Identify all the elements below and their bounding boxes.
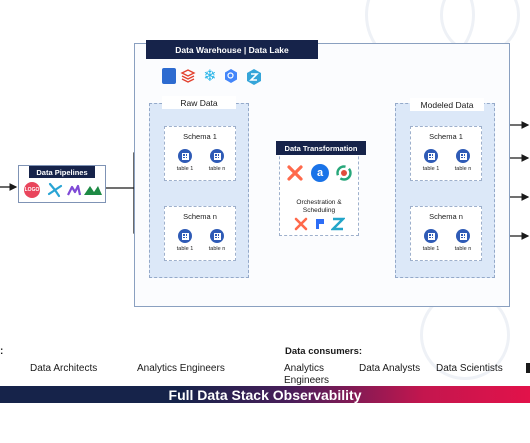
role-analytics-engineers: Analytics Engineers — [137, 363, 225, 374]
prefect-logo — [313, 217, 327, 231]
redshift-logo — [162, 68, 176, 84]
table-label: table n — [454, 246, 472, 252]
data-transformation-title: Data Transformation — [276, 141, 366, 155]
table-item[interactable]: table 1 — [416, 229, 446, 252]
table-item[interactable]: table n — [448, 229, 478, 252]
producers-label-fragment: : — [0, 346, 4, 357]
dbt-logo — [286, 164, 304, 182]
consumer-analytics-engineers: Analytics Engineers — [284, 363, 330, 386]
table-icon — [424, 229, 438, 243]
table-item[interactable]: table 1 — [170, 229, 200, 252]
consumer-partial-cutoff — [526, 363, 530, 373]
raw-schema-n[interactable]: Schema n table 1 table n — [164, 206, 236, 261]
table-item[interactable]: table 1 — [170, 149, 200, 172]
data-consumers-title: Data consumers: — [285, 346, 363, 357]
table-item[interactable]: table n — [202, 229, 232, 252]
databricks-logo — [180, 68, 196, 84]
table-label: table 1 — [422, 166, 440, 172]
data-transformation-box: a Orchestration & Scheduling — [279, 141, 359, 236]
consumer-data-scientists: Data Scientists — [436, 363, 503, 374]
stitch-logo — [66, 182, 82, 198]
table-label: table n — [454, 166, 472, 172]
table-item[interactable]: table 1 — [416, 149, 446, 172]
dagster-logo — [331, 217, 345, 231]
dataform-logo — [335, 164, 353, 182]
table-label: table 1 — [176, 246, 194, 252]
table-icon — [210, 229, 224, 243]
schema-name: Schema n — [183, 212, 217, 221]
table-icon — [178, 149, 192, 163]
modeled-data-title: Modeled Data — [410, 98, 484, 111]
table-icon — [456, 229, 470, 243]
modeled-schema-1[interactable]: Schema 1 table 1 table n — [410, 126, 482, 181]
synapse-logo — [245, 68, 263, 86]
table-icon — [456, 149, 470, 163]
role-data-architects: Data Architects — [30, 363, 98, 374]
orchestration-label: Orchestration & Scheduling — [296, 199, 342, 214]
dbt-cloud-logo — [294, 217, 308, 231]
table-icon — [210, 149, 224, 163]
schema-name: Schema n — [429, 212, 463, 221]
raw-schema-1[interactable]: Schema 1 table 1 table n — [164, 126, 236, 181]
airflow-logo — [47, 182, 63, 198]
census-logo — [82, 182, 104, 198]
table-item[interactable]: table n — [202, 149, 232, 172]
data-pipelines-title: Data Pipelines — [29, 166, 95, 178]
table-label: table 1 — [422, 246, 440, 252]
raw-data-title: Raw Data — [162, 96, 236, 109]
table-icon — [178, 229, 192, 243]
airbyte-logo: a — [311, 164, 329, 182]
schema-name: Schema 1 — [429, 132, 463, 141]
table-icon — [424, 149, 438, 163]
data-warehouse-title: Data Warehouse | Data Lake — [146, 40, 318, 59]
snowflake-logo: ❄ — [203, 68, 217, 85]
bigquery-logo — [223, 68, 239, 84]
schema-name: Schema 1 — [183, 132, 217, 141]
table-item[interactable]: table n — [448, 149, 478, 172]
observability-banner: Full Data Stack Observability — [0, 386, 530, 403]
table-label: table 1 — [176, 166, 194, 172]
table-label: table n — [208, 166, 226, 172]
table-label: table n — [208, 246, 226, 252]
modeled-schema-n[interactable]: Schema n table 1 table n — [410, 206, 482, 261]
consumer-data-analysts: Data Analysts — [359, 363, 421, 374]
fivetran-logo: LOGO — [24, 182, 40, 198]
